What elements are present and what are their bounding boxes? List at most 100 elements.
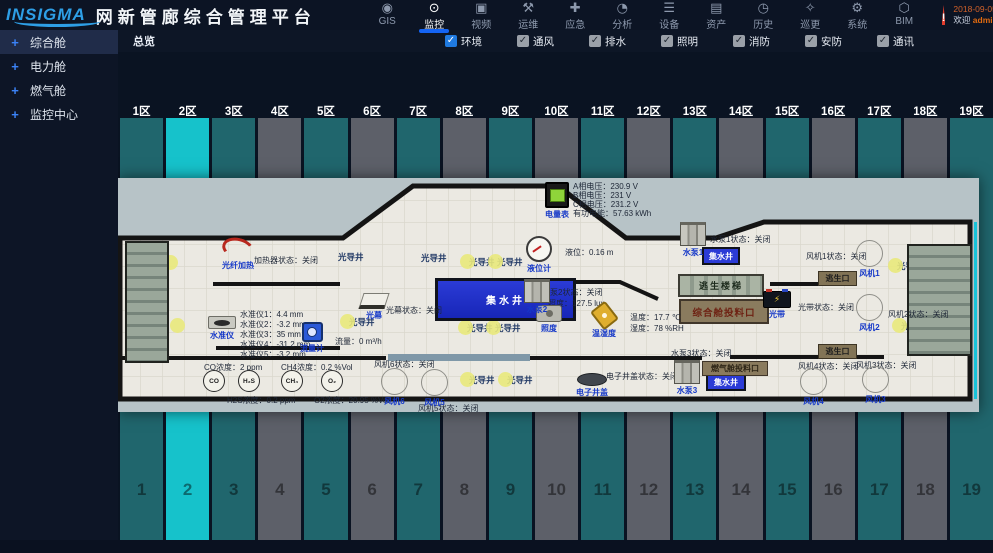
device-gas[interactable]: CH₄ <box>281 370 303 392</box>
layer-toggle-照明[interactable]: ✓照明 <box>661 34 733 49</box>
map-reading-text: 光幕状态：关闭 <box>386 305 442 316</box>
device-pump[interactable]: 水泵2 <box>524 279 550 315</box>
zone-tab-19[interactable]: 19区 <box>950 103 993 118</box>
nav-item-巡更[interactable]: ✧巡更 <box>787 0 834 31</box>
map-box-集水井[interactable]: 集水井 <box>702 247 740 265</box>
zone-tab-10[interactable]: 10区 <box>535 103 578 118</box>
device-level-sensor[interactable]: 水准仪 <box>208 316 236 341</box>
device-fan[interactable]: 风机5 <box>421 369 448 408</box>
gas-sensor-icon: O₂ <box>321 370 343 392</box>
map-box-逃生口[interactable]: 逃生口 <box>818 344 857 359</box>
zone-tab-11[interactable]: 11区 <box>581 103 624 118</box>
device-manhole[interactable]: 电子井盖 <box>576 373 608 398</box>
device-label: 液位计 <box>527 263 551 274</box>
zone-tab-15[interactable]: 15区 <box>766 103 809 118</box>
sidebar-item-电力舱[interactable]: +电力舱 <box>0 54 118 78</box>
map-box-集水井[interactable]: 集水井 <box>706 374 746 391</box>
layer-toggle-排水[interactable]: ✓排水 <box>589 34 661 49</box>
nav-item-视频[interactable]: ▣视频 <box>458 0 505 31</box>
nav-item-运维[interactable]: ⚒运维 <box>505 0 552 31</box>
layer-toggle-安防[interactable]: ✓安防 <box>805 34 877 49</box>
nav-item-分析[interactable]: ◔分析 <box>599 0 646 31</box>
nav-item-历史[interactable]: ◷历史 <box>740 0 787 31</box>
device-fan[interactable]: 风机2 <box>856 294 883 333</box>
zone-tab-2[interactable]: 2区 <box>166 103 209 118</box>
nav-item-系统[interactable]: ⚙系统 <box>834 0 881 31</box>
sidebar-item-label: 综合舱 <box>30 34 66 51</box>
zone-tab-14[interactable]: 14区 <box>719 103 762 118</box>
map-box-逃生楼梯[interactable]: 逃生楼梯 <box>678 274 764 297</box>
checkbox-icon[interactable]: ✓ <box>661 35 673 47</box>
sidebar-item-综合舱[interactable]: +综合舱 <box>0 30 118 54</box>
map-box-逃生口[interactable]: 逃生口 <box>818 271 857 286</box>
zone-tab-18[interactable]: 18区 <box>904 103 947 118</box>
expand-plus-icon[interactable]: + <box>0 107 30 122</box>
light-guide-well[interactable]: 光导井 <box>488 254 523 269</box>
checkbox-icon[interactable]: ✓ <box>805 35 817 47</box>
device-fan[interactable]: 风机4 <box>800 368 827 407</box>
device-label: 风机5 <box>424 397 444 408</box>
checkbox-icon[interactable]: ✓ <box>445 35 457 47</box>
device-fan[interactable]: 风机6 <box>381 368 408 407</box>
zone-tab-17[interactable]: 17区 <box>858 103 901 118</box>
nav-item-GIS[interactable]: ◉GIS <box>364 0 411 31</box>
layer-toggle-消防[interactable]: ✓消防 <box>733 34 805 49</box>
device-gas[interactable]: CO <box>203 370 225 392</box>
checkbox-icon[interactable]: ✓ <box>733 35 745 47</box>
sidebar-item-燃气舱[interactable]: +燃气舱 <box>0 78 118 102</box>
map-box-燃气舱投料口[interactable]: 燃气舱投料口 <box>702 361 768 376</box>
flow-meter-icon <box>302 322 323 342</box>
zone-tab-4[interactable]: 4区 <box>258 103 301 118</box>
device-level-gauge[interactable]: 液位计 <box>526 236 552 274</box>
zone-tab-6[interactable]: 6区 <box>351 103 394 118</box>
zone-tab-16[interactable]: 16区 <box>812 103 855 118</box>
layer-toggle-通风[interactable]: ✓通风 <box>517 34 589 49</box>
expand-plus-icon[interactable]: + <box>0 35 30 50</box>
expand-plus-icon[interactable]: + <box>0 59 30 74</box>
device-fan[interactable]: 风机1 <box>856 240 883 279</box>
zone-tab-7[interactable]: 7区 <box>397 103 440 118</box>
light-guide-well[interactable]: 光导井 <box>421 252 447 264</box>
device-power-meter[interactable]: 电量表 <box>545 182 569 220</box>
alarm-warning-icon[interactable]: ! <box>942 5 946 25</box>
device-label: 水泵1 <box>683 247 703 258</box>
checkbox-icon[interactable]: ✓ <box>877 35 889 47</box>
map-box-综合舱投料口[interactable]: 综合舱投料口 <box>679 299 769 324</box>
layer-toggle-环境[interactable]: ✓环境 <box>445 34 517 49</box>
device-pump[interactable]: 水泵3 <box>674 360 700 396</box>
nav-item-BIM[interactable]: ⬡BIM <box>881 0 928 31</box>
zone-number: 1 <box>120 480 163 500</box>
nav-item-应急[interactable]: ✚应急 <box>552 0 599 31</box>
device-light-curtain[interactable]: 光幕 <box>361 293 387 321</box>
zone-tab-5[interactable]: 5区 <box>304 103 347 118</box>
light-guide-well[interactable]: 光导井 <box>486 320 521 335</box>
nav-item-资产[interactable]: ▤资产 <box>693 0 740 31</box>
device-light-strip[interactable]: ⚡光带 <box>763 291 791 320</box>
app-title: 网新管廊综合管理平台 <box>96 3 316 28</box>
light-guide-well[interactable]: 光导井 <box>498 372 533 387</box>
nav-item-监控[interactable]: ⊙监控 <box>411 0 458 31</box>
zone-tab-12[interactable]: 12区 <box>627 103 670 118</box>
map-reading-text: 温度：17.7 ℃ <box>630 312 681 323</box>
expand-plus-icon[interactable]: + <box>0 83 30 98</box>
device-temp-hum[interactable]: 温湿度 <box>592 304 616 339</box>
zone-tab-8[interactable]: 8区 <box>443 103 486 118</box>
checkbox-icon[interactable]: ✓ <box>589 35 601 47</box>
device-flow-meter[interactable]: 流量计 <box>300 322 324 354</box>
zone-tab-13[interactable]: 13区 <box>673 103 716 118</box>
zone-tab-3[interactable]: 3区 <box>212 103 255 118</box>
zone-tab-9[interactable]: 9区 <box>489 103 532 118</box>
zone-tab-1[interactable]: 1区 <box>120 103 163 118</box>
light-guide-well[interactable]: 光导井 <box>338 251 364 263</box>
device-pump[interactable]: 水泵1 <box>680 222 706 258</box>
device-fan[interactable]: 风机3 <box>862 366 889 405</box>
checkbox-icon[interactable]: ✓ <box>517 35 529 47</box>
layer-toggle-通讯[interactable]: ✓通讯 <box>877 34 949 49</box>
device-gas[interactable]: H₂S <box>238 370 260 392</box>
device-heater[interactable]: 光纤加热 <box>222 238 254 271</box>
nav-item-设备[interactable]: ☰设备 <box>646 0 693 31</box>
sidebar-item-监控中心[interactable]: +监控中心 <box>0 102 118 126</box>
gas-sensor-icon: CH₄ <box>281 370 303 392</box>
device-gas[interactable]: O₂ <box>321 370 343 392</box>
light-guide-well[interactable]: 光导井 <box>460 372 495 387</box>
